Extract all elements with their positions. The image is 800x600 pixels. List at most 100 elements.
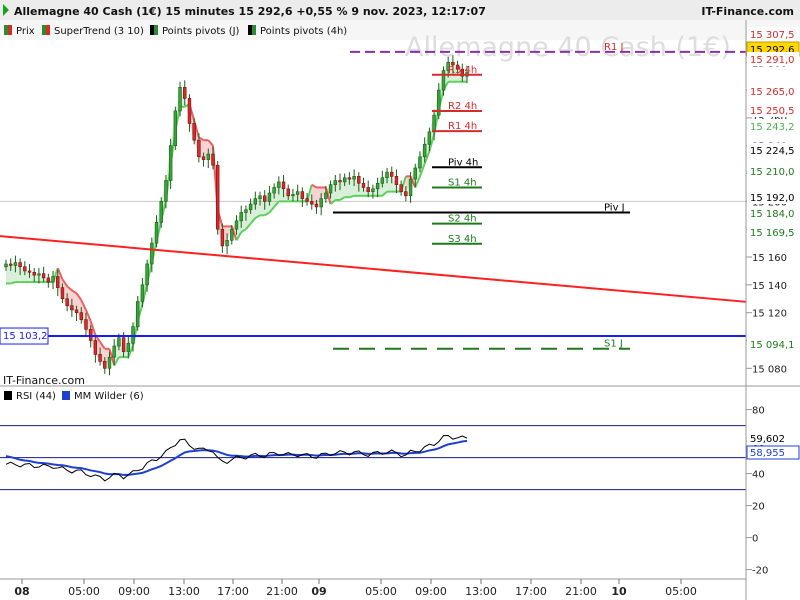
candle-body xyxy=(286,188,290,197)
rsi-tick-label: 20 xyxy=(752,502,765,513)
candle-body xyxy=(183,86,187,99)
value-label-7: 15 210,0 xyxy=(750,167,795,178)
legend-swatch-icon xyxy=(46,25,50,35)
rsi-legend-item-1: MM Wilder (6) xyxy=(74,391,144,402)
candle-body xyxy=(441,70,446,91)
pivot-label-9: S1 J xyxy=(604,339,623,350)
candle-body xyxy=(366,187,370,192)
pivot-label-5: S1 4h xyxy=(448,177,477,188)
price-axis: 15 08015 10015 12015 14015 16015 18015 2… xyxy=(746,27,800,375)
candle-body xyxy=(159,201,163,223)
candle-body xyxy=(324,192,328,199)
candle-body xyxy=(112,345,116,358)
rsi-legend: RSI (44) MM Wilder (6) xyxy=(4,391,144,402)
legend-item-1: SuperTrend (3 10) xyxy=(54,26,144,37)
price-panel: Allemagne 40 Cash (1€) xyxy=(0,32,746,385)
candle-body xyxy=(79,312,83,320)
candle-body xyxy=(248,203,253,211)
candle-body xyxy=(215,164,220,230)
candle-body xyxy=(197,139,201,158)
time-tick-label: 17:00 xyxy=(217,585,249,598)
candle-body xyxy=(352,176,356,180)
candle-body xyxy=(117,337,121,347)
time-tick-label: 08 xyxy=(14,585,29,598)
candle-body xyxy=(310,201,314,205)
candle-body xyxy=(65,298,69,307)
legend-swatch-icon xyxy=(8,25,12,35)
time-tick-label: 17:00 xyxy=(515,585,547,598)
candle-body xyxy=(46,277,51,283)
candle-body xyxy=(140,284,145,302)
rsi-line xyxy=(5,434,468,482)
rsi-tick-label: 0 xyxy=(752,534,758,545)
price-tick-label: 15 160 xyxy=(752,253,787,264)
supertrend-fill xyxy=(349,176,355,198)
candle-body xyxy=(422,144,427,158)
legend-item-2: Points pivots (J) xyxy=(162,26,240,37)
brand-bottom: IT-Finance.com xyxy=(3,374,85,387)
legend-swatch-icon xyxy=(154,25,158,35)
ma-current: 58,955 xyxy=(750,448,785,459)
candle-body xyxy=(300,191,305,199)
rsi-current: 59,602 xyxy=(750,434,785,445)
rsi-tick-label: -20 xyxy=(752,566,768,577)
rsi-panel xyxy=(5,434,468,482)
supertrend-line xyxy=(349,194,355,199)
candle-body xyxy=(201,156,206,160)
time-tick-label: 09:00 xyxy=(118,585,150,598)
candle-body xyxy=(220,228,225,247)
rsi-tick-label: 80 xyxy=(752,406,765,417)
time-axis: 08 05:00 09:00 13:00 17:00 21:00 09 05:00 09:00 1… xyxy=(14,579,697,598)
candle-body xyxy=(305,198,309,202)
candle-body xyxy=(225,240,229,247)
candle-body xyxy=(178,86,182,112)
value-label-0: 15 307,5 xyxy=(750,30,795,41)
time-tick-label: 09 xyxy=(311,585,326,598)
time-tick-label: 05:00 xyxy=(365,585,397,598)
candle-body xyxy=(51,276,55,283)
candle-body xyxy=(93,340,98,355)
legend-swatch-icon xyxy=(150,25,154,35)
time-tick-label: 05:00 xyxy=(665,585,697,598)
candle-body xyxy=(371,188,375,192)
level-left-label: 15 103,2 xyxy=(3,331,48,342)
candle-body xyxy=(263,195,267,202)
time-tick-label: 13:00 xyxy=(465,585,497,598)
candle-body xyxy=(361,182,366,188)
candle-body xyxy=(88,329,93,341)
rsi-legend-swatch-icon xyxy=(4,391,12,400)
candle-body xyxy=(164,180,168,202)
candle-body xyxy=(4,263,8,268)
candle-body xyxy=(32,272,36,276)
brand-top: IT-Finance.com xyxy=(701,5,794,18)
candle-body xyxy=(98,354,102,362)
candle-body xyxy=(239,212,243,222)
candle-body xyxy=(145,263,149,286)
candle-body xyxy=(131,326,135,344)
candle-body xyxy=(385,171,389,179)
value-label-2: 15 291,0 xyxy=(750,55,795,66)
value-label-11: 15 094,1 xyxy=(750,340,795,351)
rsi-tick-label: 40 xyxy=(752,470,765,481)
candle-body xyxy=(390,171,394,177)
candle-body xyxy=(168,145,173,181)
pivot-label-7: S2 4h xyxy=(448,214,477,225)
candle-body xyxy=(41,273,46,279)
candle-body xyxy=(375,182,380,190)
candle-body xyxy=(103,361,107,369)
price-tick-label: 15 120 xyxy=(752,309,787,320)
candle-body xyxy=(23,266,27,272)
candle-body xyxy=(295,191,300,195)
pivot-label-6: Piv J xyxy=(604,203,625,214)
candle-body xyxy=(427,131,432,145)
candle-body xyxy=(27,270,32,273)
candle-body xyxy=(74,309,79,313)
candle-body xyxy=(121,337,126,352)
candle-body xyxy=(258,195,262,199)
time-tick-label: 13:00 xyxy=(168,585,200,598)
value-label-3: 15 265,0 xyxy=(750,87,795,98)
candle-body xyxy=(150,242,154,265)
time-tick-label: 05:00 xyxy=(68,585,100,598)
candle-body xyxy=(8,263,13,266)
value-label-10: 15 169,5 xyxy=(750,228,795,239)
